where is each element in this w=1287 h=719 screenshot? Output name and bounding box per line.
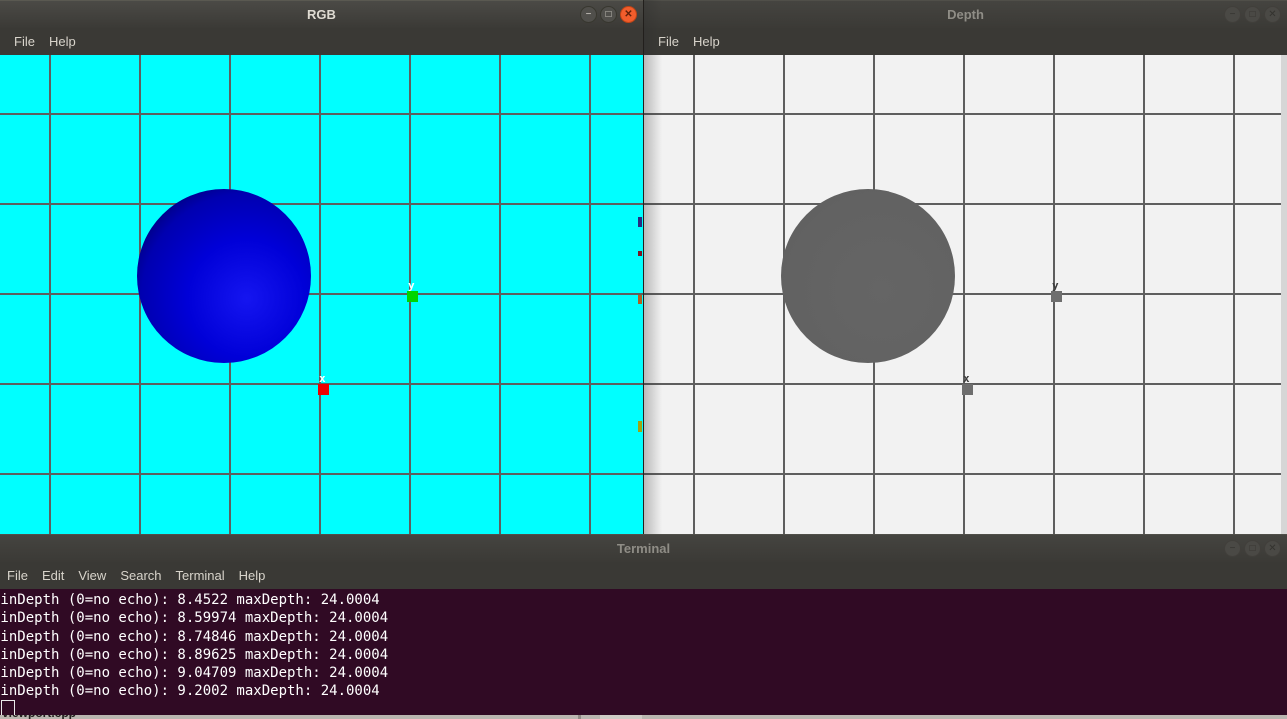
axis-marker-label-x: x bbox=[319, 374, 326, 384]
rgb-image-viewport: xy bbox=[0, 55, 643, 534]
menu-item-search[interactable]: Search bbox=[113, 565, 168, 586]
menu-item-terminal[interactable]: Terminal bbox=[169, 565, 232, 586]
edge-artifact bbox=[638, 421, 642, 432]
menu-item-help[interactable]: Help bbox=[232, 565, 273, 586]
axis-marker-label-y: y bbox=[1052, 281, 1059, 291]
terminal-line: minDepth (0=no echo): 8.89625 maxDepth: … bbox=[0, 646, 388, 664]
menu-item-file[interactable]: File bbox=[0, 565, 35, 586]
rgb-content: xy bbox=[0, 55, 643, 534]
minimize-button[interactable]: − bbox=[1224, 540, 1241, 557]
terminal-output-area[interactable]: minDepth (0=no echo): 8.4522 maxDepth: 2… bbox=[0, 589, 1287, 715]
minimize-icon: − bbox=[586, 9, 592, 20]
blue-sphere bbox=[137, 189, 311, 363]
terminal-line: minDepth (0=no echo): 9.2002 maxDepth: 2… bbox=[0, 682, 388, 700]
minimize-icon: − bbox=[1230, 9, 1236, 20]
terminal-window-title: Terminal bbox=[0, 535, 1287, 563]
gray-sphere bbox=[781, 189, 955, 363]
grid-line-horizontal bbox=[644, 113, 1281, 115]
grid-line-horizontal bbox=[644, 293, 1281, 295]
grid-line-horizontal bbox=[0, 473, 643, 475]
axis-marker-label-y: y bbox=[408, 281, 415, 291]
close-button[interactable]: ✕ bbox=[1264, 6, 1281, 23]
close-button[interactable]: ✕ bbox=[1264, 540, 1281, 557]
maximize-button[interactable]: □ bbox=[1244, 6, 1261, 23]
depth-window-controls: − □ ✕ bbox=[1224, 6, 1281, 23]
edge-artifact bbox=[638, 251, 642, 256]
grid-line-horizontal bbox=[644, 473, 1281, 475]
axis-marker-y bbox=[1051, 291, 1062, 302]
edge-artifact bbox=[638, 295, 642, 304]
depth-right-strip bbox=[1281, 55, 1287, 534]
depth-titlebar[interactable]: Depth − □ ✕ bbox=[644, 0, 1287, 28]
axis-marker-y bbox=[407, 291, 418, 302]
close-icon: ✕ bbox=[1268, 543, 1276, 554]
menu-item-view[interactable]: View bbox=[71, 565, 113, 586]
maximize-button[interactable]: □ bbox=[1244, 540, 1261, 557]
grid-line-horizontal bbox=[0, 203, 643, 205]
rgb-titlebar[interactable]: RGB − □ ✕ bbox=[0, 0, 643, 28]
close-icon: ✕ bbox=[1268, 9, 1276, 20]
close-button[interactable]: ✕ bbox=[620, 6, 637, 23]
menu-item-help[interactable]: Help bbox=[686, 31, 727, 52]
terminal-line: minDepth (0=no echo): 8.4522 maxDepth: 2… bbox=[0, 591, 388, 609]
minimize-icon: − bbox=[1230, 543, 1236, 554]
depth-content: xy bbox=[644, 55, 1287, 534]
terminal-line: minDepth (0=no echo): 8.59974 maxDepth: … bbox=[0, 609, 388, 627]
depth-window-title: Depth bbox=[644, 1, 1287, 29]
minimize-button[interactable]: − bbox=[580, 6, 597, 23]
axis-marker-x bbox=[318, 384, 329, 395]
background-window-sliver: viewport.cpp bbox=[0, 715, 1287, 719]
terminal-line: minDepth (0=no echo): 9.04709 maxDepth: … bbox=[0, 664, 388, 682]
menu-item-file[interactable]: File bbox=[7, 31, 42, 52]
rgb-window-title: RGB bbox=[0, 1, 643, 29]
axis-marker-label-x: x bbox=[963, 374, 970, 384]
depth-menubar: FileHelp bbox=[644, 28, 1287, 55]
close-icon: ✕ bbox=[624, 9, 632, 20]
rgb-menubar: FileHelp bbox=[0, 28, 643, 55]
edge-artifact bbox=[638, 217, 642, 227]
axis-marker-x bbox=[962, 384, 973, 395]
rgb-window-controls: − □ ✕ bbox=[580, 6, 637, 23]
background-window-tab-label: viewport.cpp bbox=[2, 715, 76, 719]
menu-item-file[interactable]: File bbox=[651, 31, 686, 52]
sliver-fragment bbox=[578, 715, 581, 719]
sliver-fragment bbox=[600, 715, 642, 719]
minimize-button[interactable]: − bbox=[1224, 6, 1241, 23]
terminal-cursor bbox=[1, 700, 15, 715]
maximize-icon: □ bbox=[605, 9, 611, 20]
window-rgb: RGB − □ ✕ FileHelp xy bbox=[0, 0, 643, 534]
window-depth: Depth − □ ✕ FileHelp xy bbox=[644, 0, 1287, 534]
menu-item-edit[interactable]: Edit bbox=[35, 565, 71, 586]
terminal-menubar: FileEditViewSearchTerminalHelp bbox=[0, 562, 1287, 589]
maximize-icon: □ bbox=[1249, 543, 1255, 554]
grid-line-horizontal bbox=[0, 113, 643, 115]
menu-item-help[interactable]: Help bbox=[42, 31, 83, 52]
window-terminal: Terminal − □ ✕ FileEditViewSearchTermina… bbox=[0, 534, 1287, 715]
maximize-button[interactable]: □ bbox=[600, 6, 617, 23]
terminal-titlebar[interactable]: Terminal − □ ✕ bbox=[0, 534, 1287, 562]
grid-line-horizontal bbox=[0, 293, 643, 295]
maximize-icon: □ bbox=[1249, 9, 1255, 20]
terminal-line: minDepth (0=no echo): 8.74846 maxDepth: … bbox=[0, 628, 388, 646]
terminal-output: minDepth (0=no echo): 8.4522 maxDepth: 2… bbox=[0, 591, 388, 701]
terminal-window-controls: − □ ✕ bbox=[1224, 540, 1281, 557]
depth-image-viewport: xy bbox=[644, 55, 1281, 534]
grid-line-horizontal bbox=[644, 203, 1281, 205]
